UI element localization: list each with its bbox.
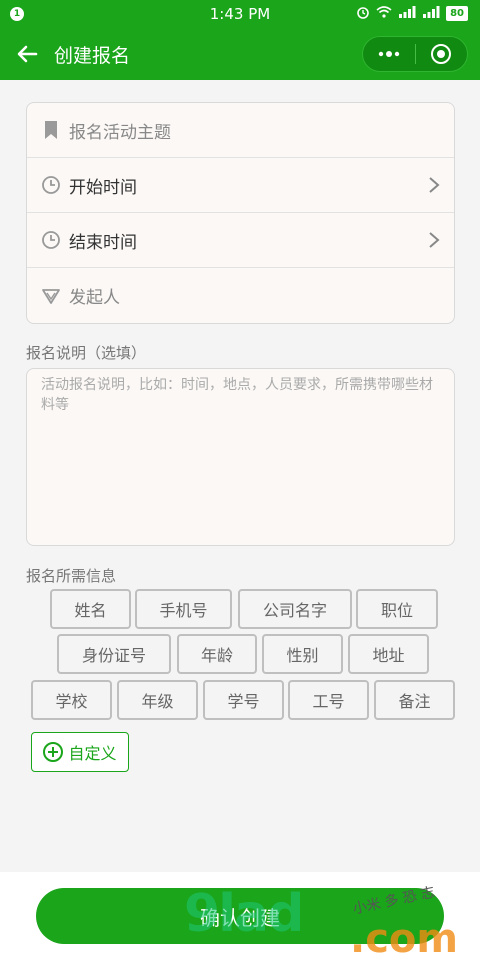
form-card: 报名活动主题 开始时间 结束时间 发起人 xyxy=(26,102,455,324)
watermark-main: 9lad xyxy=(184,884,304,944)
tag-name[interactable]: 姓名 xyxy=(50,589,131,629)
clock-icon xyxy=(41,230,61,250)
nav-bar: 创建报名 xyxy=(0,28,480,80)
status-icons: 80 xyxy=(356,5,468,22)
start-time-label: 开始时间 xyxy=(69,177,137,198)
wifi-icon xyxy=(376,6,392,21)
tag-position[interactable]: 职位 xyxy=(356,589,438,629)
status-bar: 1 1:43 PM 80 xyxy=(0,0,480,28)
triangle-icon xyxy=(41,286,61,306)
tag-gender[interactable]: 性别 xyxy=(262,634,343,674)
arrow-left-icon[interactable] xyxy=(14,40,42,68)
chevron-right-icon xyxy=(428,231,440,253)
plus-circle-icon xyxy=(43,742,64,762)
topic-field[interactable]: 报名活动主题 xyxy=(27,103,454,158)
required-info-label: 报名所需信息 xyxy=(26,567,117,585)
custom-button-label: 自定义 xyxy=(68,744,117,763)
target-circle-icon[interactable] xyxy=(415,37,467,71)
tag-student-id[interactable]: 学号 xyxy=(203,680,284,720)
end-time-field[interactable]: 结束时间 xyxy=(27,213,454,268)
description-label: 报名说明（选填） xyxy=(26,344,147,362)
signal-icon-2 xyxy=(422,6,440,21)
clock-icon xyxy=(41,175,61,195)
tag-company[interactable]: 公司名字 xyxy=(238,589,352,629)
initiator-placeholder: 发起人 xyxy=(69,288,120,308)
description-textarea[interactable]: 活动报名说明，比如：时间，地点，人员要求，所需携带哪些材料等 xyxy=(26,368,455,546)
tag-grade[interactable]: 年级 xyxy=(117,680,198,720)
bookmark-icon xyxy=(41,120,61,140)
tag-phone[interactable]: 手机号 xyxy=(135,589,232,629)
tag-employee-id[interactable]: 工号 xyxy=(288,680,369,720)
battery-indicator: 80 xyxy=(446,6,468,21)
alarm-icon xyxy=(356,5,370,22)
chevron-right-icon xyxy=(428,176,440,198)
tag-school[interactable]: 学校 xyxy=(31,680,112,720)
initiator-field[interactable]: 发起人 xyxy=(27,268,454,323)
signal-icon xyxy=(398,6,416,21)
page-title: 创建报名 xyxy=(54,45,131,67)
tag-address[interactable]: 地址 xyxy=(348,634,429,674)
more-dots-icon[interactable] xyxy=(363,37,415,71)
watermark-domain: .com xyxy=(350,916,459,960)
mini-program-capsule xyxy=(362,36,468,72)
tag-remark[interactable]: 备注 xyxy=(374,680,455,720)
topic-placeholder: 报名活动主题 xyxy=(69,122,171,143)
start-time-field[interactable]: 开始时间 xyxy=(27,158,454,213)
tag-age[interactable]: 年龄 xyxy=(177,634,257,674)
custom-field-button[interactable]: 自定义 xyxy=(31,732,129,772)
tag-id-number[interactable]: 身份证号 xyxy=(57,634,171,674)
end-time-label: 结束时间 xyxy=(69,232,137,253)
